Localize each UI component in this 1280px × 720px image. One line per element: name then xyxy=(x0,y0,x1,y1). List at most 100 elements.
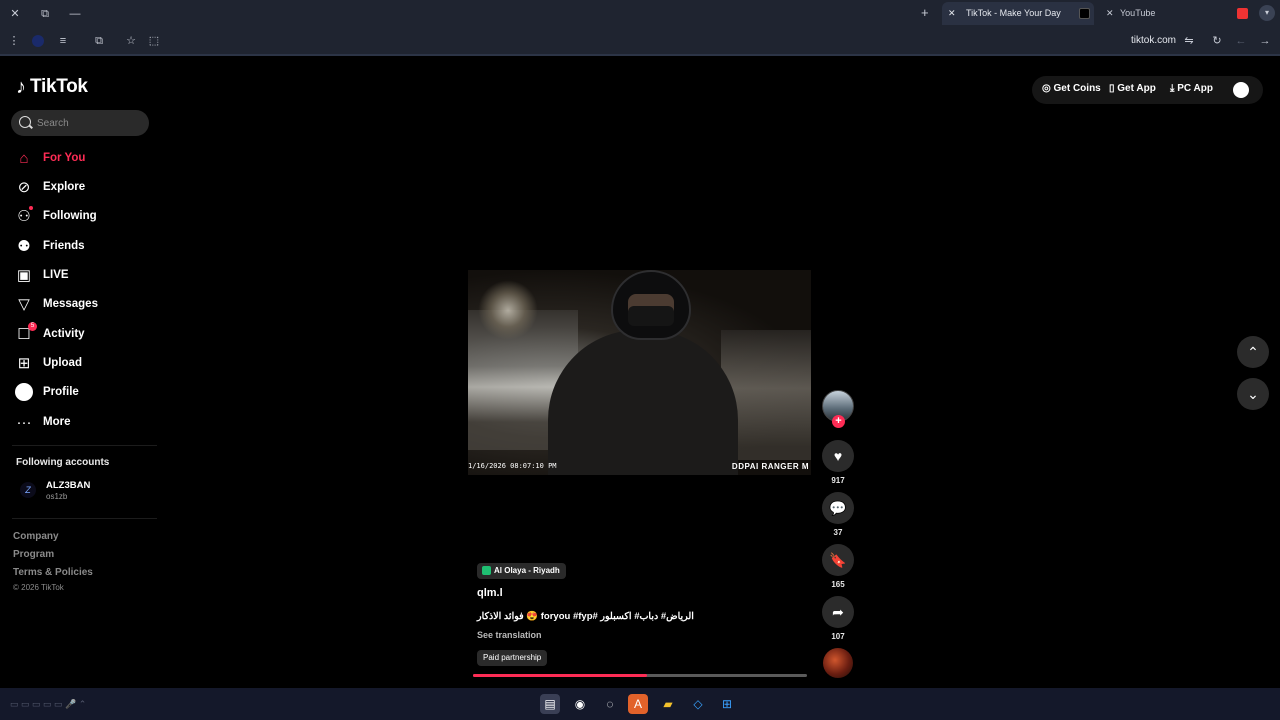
nav-friends[interactable]: ⚉ Friends xyxy=(12,234,152,258)
nav-activity[interactable]: ☐ 5 Activity xyxy=(12,322,152,346)
menu-icon[interactable]: ⋮ xyxy=(7,34,21,48)
app-icon[interactable]: A xyxy=(628,694,648,714)
nav-more[interactable]: ··· More xyxy=(12,410,152,434)
upload-icon: ⊞ xyxy=(17,355,31,372)
tab-title: YouTube xyxy=(1120,8,1156,18)
get-app-button[interactable]: ▯ Get App xyxy=(1109,83,1156,94)
tiktok-logo[interactable]: ♪ TikTok xyxy=(16,76,88,98)
video-watermark: DDPAI RANGER M xyxy=(731,462,809,471)
nav-label: Explore xyxy=(43,181,86,193)
messages-icon: ▽ xyxy=(18,296,30,313)
profile-icon xyxy=(12,380,36,404)
following-account-item[interactable]: Z ALZ3BAN os1zb xyxy=(20,480,160,504)
footer-link-program[interactable]: Program xyxy=(13,549,54,560)
file-explorer-icon[interactable]: ▤ xyxy=(540,694,560,714)
share-button[interactable]: ➦ xyxy=(822,596,854,628)
get-app-label: Get App xyxy=(1117,83,1156,94)
video-light xyxy=(478,280,538,340)
search-box[interactable] xyxy=(11,110,149,136)
get-coins-label: Get Coins xyxy=(1053,83,1101,94)
folder-icon[interactable]: ▰ xyxy=(658,694,678,714)
divider xyxy=(12,445,157,446)
app-icon[interactable]: ◇ xyxy=(688,694,708,714)
windows-start-icon[interactable]: ⊞ xyxy=(717,694,737,714)
following-accounts-title: Following accounts xyxy=(16,457,110,468)
comment-button[interactable]: 💬 xyxy=(822,492,854,524)
footer-link-company[interactable]: Company xyxy=(13,531,59,542)
video-progress-bar[interactable] xyxy=(473,674,807,677)
extensions-icon[interactable]: ⧉ xyxy=(92,34,106,48)
pc-app-button[interactable]: ⤓ PC App xyxy=(1170,83,1213,94)
nav-profile[interactable]: Profile xyxy=(12,380,152,404)
comment-icon: 💬 xyxy=(829,499,847,516)
nav-label: Following xyxy=(43,210,97,222)
forward-icon[interactable]: → xyxy=(1258,34,1272,48)
nav-messages[interactable]: ▽ Messages xyxy=(12,292,152,316)
search-input[interactable] xyxy=(37,115,145,131)
nav-live[interactable]: ▣ LIVE xyxy=(12,263,152,287)
bookmark-star-icon[interactable]: ☆ xyxy=(124,34,138,48)
like-button[interactable]: ♥ xyxy=(822,440,854,472)
nav-following[interactable]: ⚇ Following xyxy=(12,204,152,228)
tab-close-icon[interactable]: ✕ xyxy=(1106,2,1114,25)
window-minimize-button[interactable]: — xyxy=(67,6,83,22)
window-close-button[interactable]: ✕ xyxy=(7,6,23,22)
reload-icon[interactable]: ↻ xyxy=(1210,34,1224,48)
theme-toggle[interactable] xyxy=(1233,82,1249,98)
location-tag[interactable]: Al Olaya - Riyadh xyxy=(477,563,566,579)
friends-icon: ⚉ xyxy=(17,238,31,255)
compass-icon: ⊘ xyxy=(17,179,31,196)
tab-close-icon[interactable]: ✕ xyxy=(948,2,956,25)
nav-explore[interactable]: ⊘ Explore xyxy=(12,175,152,199)
video-player[interactable]: 1/16/2026 08:07:10 PM DDPAI RANGER M xyxy=(468,270,811,475)
tab-youtube[interactable]: ✕ YouTube xyxy=(1100,2,1250,25)
like-count: 917 xyxy=(831,476,845,485)
see-translation-link[interactable]: See translation xyxy=(477,630,542,640)
live-icon: ▣ xyxy=(16,267,32,284)
screenshot-icon[interactable]: ⬚ xyxy=(147,34,161,48)
footer-link-terms[interactable]: Terms & Policies xyxy=(13,567,93,578)
nav-upload[interactable]: ⊞ Upload xyxy=(12,351,152,375)
browser-address-bar xyxy=(0,27,1280,56)
profile-icon[interactable] xyxy=(32,35,44,47)
nav-for-you[interactable]: ⌂ For You xyxy=(12,146,152,170)
paid-partnership-badge: Paid partnership xyxy=(477,650,548,666)
video-username[interactable]: qlm.l xyxy=(477,587,503,599)
video-mask xyxy=(628,306,674,326)
site-settings-icon[interactable]: ⇋ xyxy=(1182,34,1196,48)
notification-dot xyxy=(29,206,33,210)
following-icon: ⚇ xyxy=(12,204,36,228)
url-text[interactable]: tiktok.com xyxy=(1131,35,1176,46)
nav-label: More xyxy=(43,416,71,428)
youtube-favicon-icon xyxy=(1237,8,1248,19)
chrome-icon[interactable]: ◉ xyxy=(570,694,590,714)
app-icon[interactable]: ◌ xyxy=(600,694,620,714)
back-icon[interactable]: ← xyxy=(1234,34,1248,48)
get-coins-button[interactable]: ◎ Get Coins xyxy=(1042,83,1101,94)
new-tab-button[interactable]: + xyxy=(921,5,929,20)
account-name: ALZ3BAN xyxy=(46,480,91,491)
tab-list-dropdown-icon[interactable]: ▾ xyxy=(1259,5,1275,21)
bookmark-icon: 🔖 xyxy=(829,551,847,568)
window-restore-button[interactable]: ⧉ xyxy=(37,6,53,22)
nav-label: For You xyxy=(43,152,86,164)
tiktok-note-icon: ♪ xyxy=(16,75,26,98)
heart-icon: ♥ xyxy=(833,448,843,464)
logo-text: TikTok xyxy=(30,76,88,97)
next-video-button[interactable]: ⌄ xyxy=(1237,378,1269,410)
previous-video-button[interactable]: ⌃ xyxy=(1237,336,1269,368)
nav-label: Upload xyxy=(43,357,82,369)
nav-label: Friends xyxy=(43,240,85,252)
save-count: 165 xyxy=(831,580,845,589)
reading-list-icon[interactable]: ≡ xyxy=(56,34,70,48)
location-pin-icon xyxy=(482,566,491,575)
more-icon: ··· xyxy=(16,413,32,431)
avatar: Z xyxy=(20,482,36,498)
tab-tiktok[interactable]: ✕ TikTok - Make Your Day xyxy=(942,2,1094,25)
browser-tab-bar: ✕ ⧉ — + ✕ TikTok - Make Your Day ✕ YouTu… xyxy=(0,0,1280,27)
activity-badge: 5 xyxy=(28,322,37,331)
follow-plus-icon[interactable]: + xyxy=(832,415,845,428)
save-button[interactable]: 🔖 xyxy=(822,544,854,576)
music-disc-icon[interactable] xyxy=(823,648,853,678)
taskbar-tray-icons: ▭ ▭ ▭ ▭ ▭ 🎤 ⌃ xyxy=(10,699,87,709)
